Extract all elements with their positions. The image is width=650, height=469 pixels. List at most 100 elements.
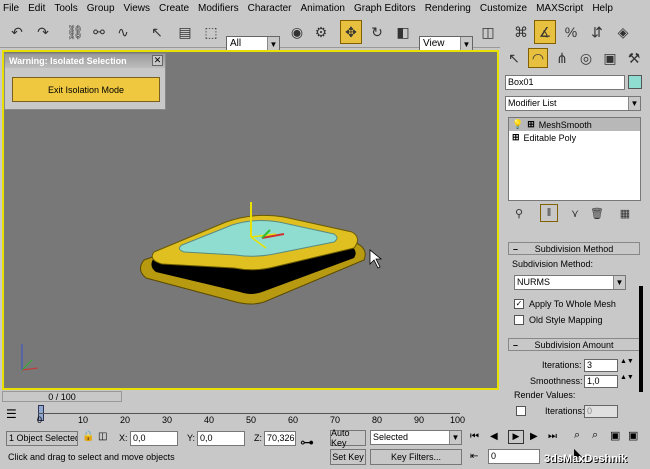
expand-icon[interactable]: ⊞ — [512, 132, 520, 143]
select-by-name-icon[interactable]: ▤ — [174, 20, 196, 44]
set-key-button[interactable]: Set Key — [330, 449, 366, 465]
rotate-icon[interactable]: ↻ — [366, 20, 388, 44]
stack-item-editable-poly[interactable]: ⊞ Editable Poly — [509, 131, 640, 144]
display-tab-icon[interactable]: ▣ — [600, 48, 620, 68]
play-icon[interactable]: ▶ — [508, 430, 524, 444]
remove-modifier-icon[interactable]: 🗑 — [588, 204, 606, 222]
show-end-result-icon[interactable]: ‖ — [540, 204, 558, 222]
motion-tab-icon[interactable]: ◎ — [576, 48, 596, 68]
close-icon[interactable]: ✕ — [152, 55, 163, 66]
pin-stack-icon[interactable]: ⚲ — [510, 204, 528, 222]
panel-scrollbar[interactable] — [639, 286, 643, 392]
link-icon[interactable]: ⛓ — [64, 20, 86, 44]
chevron-down-icon: ▼ — [628, 97, 640, 110]
object-color-swatch[interactable] — [628, 75, 642, 89]
key-icon[interactable]: ⊶ — [300, 434, 314, 451]
rect-selection-icon[interactable]: ⬚ — [200, 20, 222, 44]
zoom-all-icon[interactable]: ⌕ — [592, 429, 598, 442]
menu-help[interactable]: Help — [592, 3, 613, 14]
auto-key-button[interactable]: Auto Key — [330, 428, 366, 448]
snap-toggle-icon[interactable]: ⌘ — [510, 20, 532, 44]
percent-snap-icon[interactable]: % — [560, 20, 582, 44]
menu-maxscript[interactable]: MAXScript — [536, 3, 583, 14]
x-coordinate-field[interactable]: 0,0 — [130, 431, 178, 446]
go-to-start-icon[interactable]: ⏮ — [470, 431, 479, 442]
bulb-icon[interactable]: 💡 — [512, 119, 523, 130]
render-iterations-spinner[interactable]: 0 — [584, 405, 618, 418]
stack-item-meshsmooth[interactable]: 💡 ⊞ MeshSmooth — [509, 118, 640, 131]
menu-edit[interactable]: Edit — [28, 3, 45, 14]
y-coordinate-field[interactable]: 0,0 — [197, 431, 245, 446]
menu-animation[interactable]: Animation — [301, 3, 345, 14]
current-frame-field[interactable]: 0 — [488, 449, 540, 464]
modifier-stack: 💡 ⊞ MeshSmooth ⊞ Editable Poly — [508, 117, 641, 201]
undo-icon[interactable]: ↶ — [6, 20, 28, 44]
render-iterations-checkbox[interactable] — [516, 406, 526, 416]
key-filters-button[interactable]: Key Filters... — [370, 449, 462, 465]
configure-sets-icon[interactable]: ▦ — [616, 204, 634, 222]
scale-icon[interactable]: ◧ — [392, 20, 414, 44]
menu-group[interactable]: Group — [87, 3, 115, 14]
rollout-subdivision-method[interactable]: – Subdivision Method — [508, 242, 640, 255]
track-bar-toggle-icon[interactable]: ☰ — [6, 407, 22, 421]
apply-whole-mesh-checkbox[interactable]: ✓ — [514, 299, 524, 309]
next-frame-icon[interactable]: ▶ — [530, 431, 538, 442]
modifier-list-dropdown[interactable]: Modifier List ▼ — [505, 96, 641, 111]
spinner-arrows-icon[interactable]: ▲▼ — [620, 374, 634, 381]
absolute-mode-icon[interactable]: ◫ — [98, 431, 107, 442]
old-style-mapping-checkbox[interactable] — [514, 315, 524, 325]
redo-icon[interactable]: ↷ — [32, 20, 54, 44]
smoothness-spinner[interactable]: 1,0 — [584, 375, 618, 388]
select-object-icon[interactable]: ↖ — [146, 20, 168, 44]
move-icon[interactable]: ✥ — [340, 20, 362, 44]
modify-tab-icon[interactable]: ◠ — [528, 48, 548, 68]
lock-selection-icon[interactable]: 🔒 — [82, 431, 94, 442]
exit-isolation-button[interactable]: Exit Isolation Mode — [12, 77, 160, 102]
select-move-filter-icon[interactable]: ◉ — [286, 20, 308, 44]
menu-rendering[interactable]: Rendering — [425, 3, 471, 14]
iterations-spinner[interactable]: 3 — [584, 359, 618, 372]
z-label: Z: — [254, 433, 262, 443]
rollout-subdivision-amount[interactable]: – Subdivision Amount — [508, 338, 640, 351]
zoom-extents-all-icon[interactable]: ▣ — [628, 429, 638, 442]
selection-count: 1 Object Selected — [6, 431, 78, 446]
z-coordinate-field[interactable]: 70,326 — [264, 431, 296, 446]
pivot-center-icon[interactable]: ◫ — [477, 20, 499, 44]
menu-views[interactable]: Views — [124, 3, 151, 14]
utilities-tab-icon[interactable]: ⚒ — [624, 48, 644, 68]
zoom-extents-icon[interactable]: ▣ — [610, 429, 620, 442]
tick-label: 20 — [120, 415, 131, 425]
unlink-icon[interactable]: ⚯ — [88, 20, 110, 44]
time-slider[interactable]: 0 / 100 — [2, 391, 122, 402]
subdivision-method-label: Subdivision Method: — [512, 259, 594, 269]
y-label: Y: — [187, 433, 196, 443]
material-editor-icon[interactable]: ◈ — [612, 20, 634, 44]
spinner-snap-icon[interactable]: ⇵ — [586, 20, 608, 44]
previous-frame-icon[interactable]: ◀ — [490, 431, 498, 442]
iterations-label: Iterations: — [542, 360, 582, 370]
go-to-end-icon[interactable]: ⏭ — [548, 431, 557, 442]
create-tab-icon[interactable]: ↖ — [504, 48, 524, 68]
bind-space-warp-icon[interactable]: ∿ — [112, 20, 134, 44]
make-unique-icon[interactable]: ⋎ — [566, 204, 584, 222]
key-mode-dropdown[interactable]: Selected ▼ — [370, 430, 462, 445]
hierarchy-tab-icon[interactable]: ⋔ — [552, 48, 572, 68]
menu-file[interactable]: File — [3, 3, 19, 14]
tick-label: 90 — [414, 415, 425, 425]
object-name-field[interactable]: Box01 — [505, 75, 625, 90]
menu-character[interactable]: Character — [248, 3, 292, 14]
zoom-icon[interactable]: ⌕ — [574, 429, 580, 442]
select-manipulate-icon[interactable]: ⚙ — [310, 20, 332, 44]
timeline-track — [38, 413, 460, 414]
subdivision-method-dropdown[interactable]: NURMS ▼ — [514, 275, 626, 290]
key-mode-toggle-icon[interactable]: ⇤ — [470, 451, 478, 462]
menu-graph-editors[interactable]: Graph Editors — [354, 3, 416, 14]
menu-create[interactable]: Create — [159, 3, 189, 14]
angle-snap-icon[interactable]: ∡ — [534, 20, 556, 44]
spinner-arrows-icon[interactable]: ▲▼ — [620, 358, 634, 365]
menu-tools[interactable]: Tools — [54, 3, 77, 14]
menu-customize[interactable]: Customize — [480, 3, 527, 14]
dialog-title: Warning: Isolated Selection — [5, 54, 165, 68]
menu-modifiers[interactable]: Modifiers — [198, 3, 239, 14]
expand-icon[interactable]: ⊞ — [527, 119, 535, 130]
